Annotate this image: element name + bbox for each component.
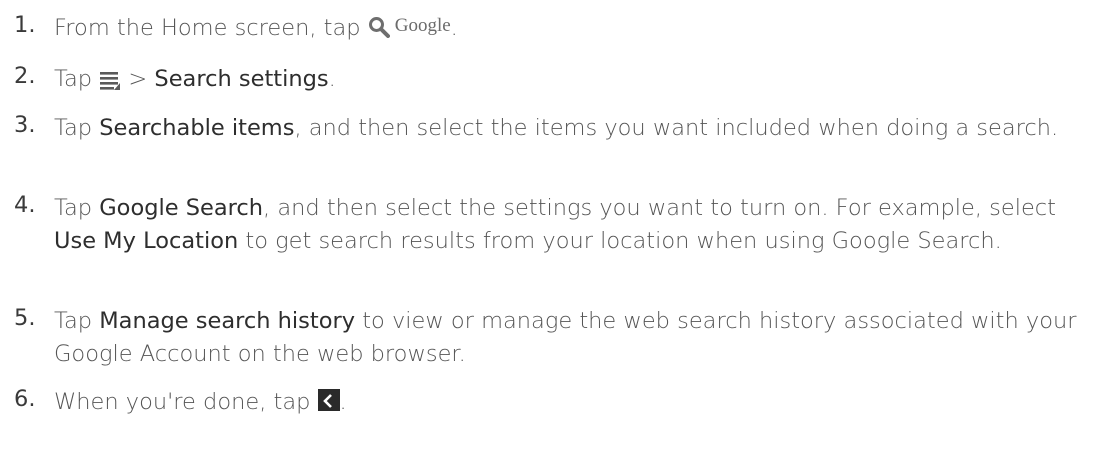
step-text: Tap > Search settings. bbox=[54, 63, 1104, 96]
google-search-label: Google Search bbox=[99, 195, 264, 221]
menu-icon bbox=[99, 67, 121, 90]
step-text: Tap Searchable items, and then select th… bbox=[54, 112, 1104, 145]
step-text-part: . bbox=[450, 15, 458, 41]
step-text-part: When you're done, tap bbox=[54, 389, 318, 415]
step-text-part: . bbox=[339, 389, 347, 415]
step-text-part: , and then select the settings you want … bbox=[263, 195, 1064, 221]
step-text: When you're done, tap . bbox=[54, 386, 1104, 419]
step-number: 4. bbox=[14, 192, 36, 218]
back-icon bbox=[317, 388, 340, 411]
step-number: 6. bbox=[14, 386, 36, 412]
step-number: 1. bbox=[14, 12, 36, 38]
step-text-part: Tap bbox=[54, 195, 100, 221]
searchable-items-label: Searchable items bbox=[99, 115, 295, 141]
search-icon bbox=[368, 15, 390, 38]
step-text-part: Tap bbox=[54, 66, 100, 92]
step-text-part: Tap bbox=[54, 308, 100, 334]
step-text: From the Home screen, tap Google. bbox=[54, 12, 1104, 45]
search-settings-label: Search settings bbox=[154, 66, 329, 92]
step-text-part: to get search results from your location… bbox=[238, 228, 1002, 254]
step-text: Tap Google Search, and then select the s… bbox=[54, 192, 1104, 258]
step-text-part: . bbox=[328, 66, 336, 92]
step-number: 2. bbox=[14, 63, 36, 89]
google-logo-text: Google bbox=[394, 15, 451, 36]
use-my-location-label: Use My Location bbox=[54, 228, 239, 254]
step-number: 3. bbox=[14, 112, 36, 138]
step-text-part: > bbox=[121, 66, 155, 92]
step-text-part: Tap bbox=[54, 115, 100, 141]
step-text: Tap Manage search history to view or man… bbox=[54, 305, 1104, 371]
step-text-part: From the Home screen, tap bbox=[54, 15, 368, 41]
step-text-part: , and then select the items you want inc… bbox=[294, 115, 1059, 141]
step-number: 5. bbox=[14, 305, 36, 331]
manage-search-history-label: Manage search history bbox=[99, 308, 356, 334]
